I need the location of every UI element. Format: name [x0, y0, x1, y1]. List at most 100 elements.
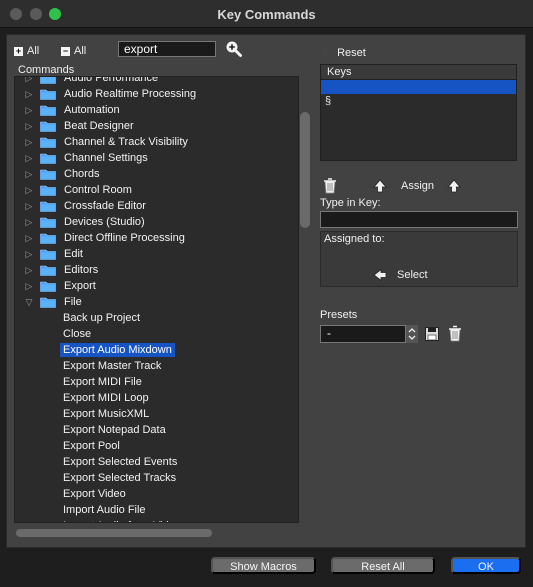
disclosure-closed-icon[interactable]: ▷	[24, 137, 34, 148]
command-item[interactable]: Import Audio File	[15, 502, 298, 518]
trash-icon[interactable]	[323, 178, 337, 194]
tree-vertical-scrollbar[interactable]	[300, 112, 310, 228]
tree-folder[interactable]: ▷ Automation	[15, 102, 298, 118]
command-item[interactable]: Export Video	[15, 486, 298, 502]
command-item[interactable]: Export Selected Events	[15, 454, 298, 470]
folder-label: Control Room	[64, 184, 132, 196]
folder-icon	[40, 232, 56, 244]
tree-folder[interactable]: ▷ Audio Realtime Processing	[15, 86, 298, 102]
folder-icon	[40, 120, 56, 132]
tree-folder[interactable]: ▷ Direct Offline Processing	[15, 230, 298, 246]
ok-button[interactable]: OK	[451, 557, 521, 574]
folder-icon	[40, 216, 56, 228]
up-arrow-icon[interactable]	[447, 179, 461, 193]
disabled-delete-icon	[320, 47, 333, 59]
command-item[interactable]: Export Master Track	[15, 358, 298, 374]
folder-label: Channel Settings	[64, 152, 148, 164]
folder-label: Channel & Track Visibility	[64, 136, 188, 148]
tree-horizontal-scrollbar[interactable]	[16, 529, 212, 537]
folder-icon	[40, 264, 56, 276]
search-input[interactable]	[118, 41, 216, 57]
folder-label: Beat Designer	[64, 120, 134, 132]
tree-folder[interactable]: ▷ Channel Settings	[15, 150, 298, 166]
trash-icon[interactable]	[448, 325, 462, 342]
command-item[interactable]: Export Audio Mixdown	[15, 342, 298, 358]
folder-label: File	[64, 296, 82, 308]
disclosure-open-icon[interactable]: ▽	[24, 297, 34, 308]
tree-folder[interactable]: ▷ Chords	[15, 166, 298, 182]
tree-folder[interactable]: ▷ Export	[15, 278, 298, 294]
disclosure-closed-icon[interactable]: ▷	[24, 185, 34, 196]
command-item[interactable]: Export Selected Tracks	[15, 470, 298, 486]
presets-dropdown[interactable]: -	[320, 325, 418, 343]
plus-square-icon: +	[14, 45, 23, 56]
assigned-to-box: Assigned to: Select	[320, 231, 518, 287]
folder-icon	[40, 88, 56, 100]
disclosure-closed-icon[interactable]: ▷	[24, 233, 34, 244]
disclosure-closed-icon[interactable]: ▷	[24, 121, 34, 132]
presets-label: Presets	[320, 309, 358, 321]
folder-icon	[40, 104, 56, 116]
disclosure-closed-icon[interactable]: ▷	[24, 77, 34, 84]
reset-button[interactable]: Reset	[320, 46, 366, 59]
tree-folder[interactable]: ▷ Devices (Studio)	[15, 214, 298, 230]
command-item[interactable]: Export MIDI File	[15, 374, 298, 390]
key-row[interactable]: §	[321, 94, 516, 108]
folder-label: Audio Realtime Processing	[64, 88, 197, 100]
tree-folder[interactable]: ▷ Edit	[15, 246, 298, 262]
reset-all-button[interactable]: Reset All	[331, 557, 435, 574]
tree-folder[interactable]: ▷ Beat Designer	[15, 118, 298, 134]
command-item[interactable]: Export MIDI Loop	[15, 390, 298, 406]
tree-folder[interactable]: ▷ Editors	[15, 262, 298, 278]
disclosure-closed-icon[interactable]: ▷	[24, 265, 34, 276]
up-arrow-icon[interactable]	[373, 179, 387, 193]
keys-list[interactable]: Keys §	[320, 64, 517, 161]
disclosure-closed-icon[interactable]: ▷	[24, 105, 34, 116]
folder-icon	[40, 152, 56, 164]
commands-tree[interactable]: ▷ Audio Performance ▷ Audio Realtime Proces…	[14, 76, 299, 523]
presets-stepper[interactable]	[405, 325, 418, 343]
command-label: Export Selected Events	[63, 456, 178, 468]
tree-folder-open[interactable]: ▽ File	[15, 294, 298, 310]
folder-label: Automation	[64, 104, 120, 116]
command-item[interactable]: Export Pool	[15, 438, 298, 454]
tree-folder[interactable]: ▷ Control Room	[15, 182, 298, 198]
disclosure-closed-icon[interactable]: ▷	[24, 281, 34, 292]
search-magnifier-icon[interactable]	[225, 40, 243, 58]
folder-label: Edit	[64, 248, 83, 260]
command-item[interactable]: Export MusicXML	[15, 406, 298, 422]
command-item[interactable]: Back up Project	[15, 310, 298, 326]
floppy-disk-icon[interactable]	[425, 327, 439, 341]
select-button[interactable]: Select	[373, 268, 428, 282]
tree-folder[interactable]: ▷ Channel & Track Visibility	[15, 134, 298, 150]
command-item[interactable]: Close	[15, 326, 298, 342]
folder-icon	[40, 200, 56, 212]
command-label: Import Audio File	[63, 504, 146, 516]
tree-folder[interactable]: ▷ Audio Performance	[15, 77, 298, 86]
command-label: Export Pool	[63, 440, 120, 452]
disclosure-closed-icon[interactable]: ▷	[24, 169, 34, 180]
command-label: Export Video	[63, 488, 126, 500]
chevron-up-down-icon	[408, 328, 416, 340]
command-item[interactable]: Import Audio from Video	[15, 518, 298, 522]
commands-tree-content: ▷ Audio Performance ▷ Audio Realtime Proces…	[15, 77, 298, 522]
folder-label: Export	[64, 280, 96, 292]
commands-label: Commands	[18, 64, 75, 76]
command-item[interactable]: Export Notepad Data	[15, 422, 298, 438]
disclosure-closed-icon[interactable]: ▷	[24, 217, 34, 228]
assign-button[interactable]: Assign	[401, 180, 434, 192]
disclosure-closed-icon[interactable]: ▷	[24, 153, 34, 164]
expand-all-button[interactable]: + All	[14, 44, 39, 58]
tree-folder[interactable]: ▷ Crossfade Editor	[15, 198, 298, 214]
collapse-all-button[interactable]: − All	[61, 44, 86, 58]
key-row[interactable]	[321, 80, 516, 94]
show-macros-button[interactable]: Show Macros	[211, 557, 316, 574]
disclosure-closed-icon[interactable]: ▷	[24, 89, 34, 100]
folder-icon	[40, 280, 56, 292]
type-in-key-field[interactable]	[320, 211, 518, 228]
disclosure-closed-icon[interactable]: ▷	[24, 249, 34, 260]
command-label: Export MIDI Loop	[63, 392, 149, 404]
left-arrow-icon	[373, 269, 387, 281]
disclosure-closed-icon[interactable]: ▷	[24, 201, 34, 212]
command-label: Import Audio from Video	[60, 519, 184, 522]
